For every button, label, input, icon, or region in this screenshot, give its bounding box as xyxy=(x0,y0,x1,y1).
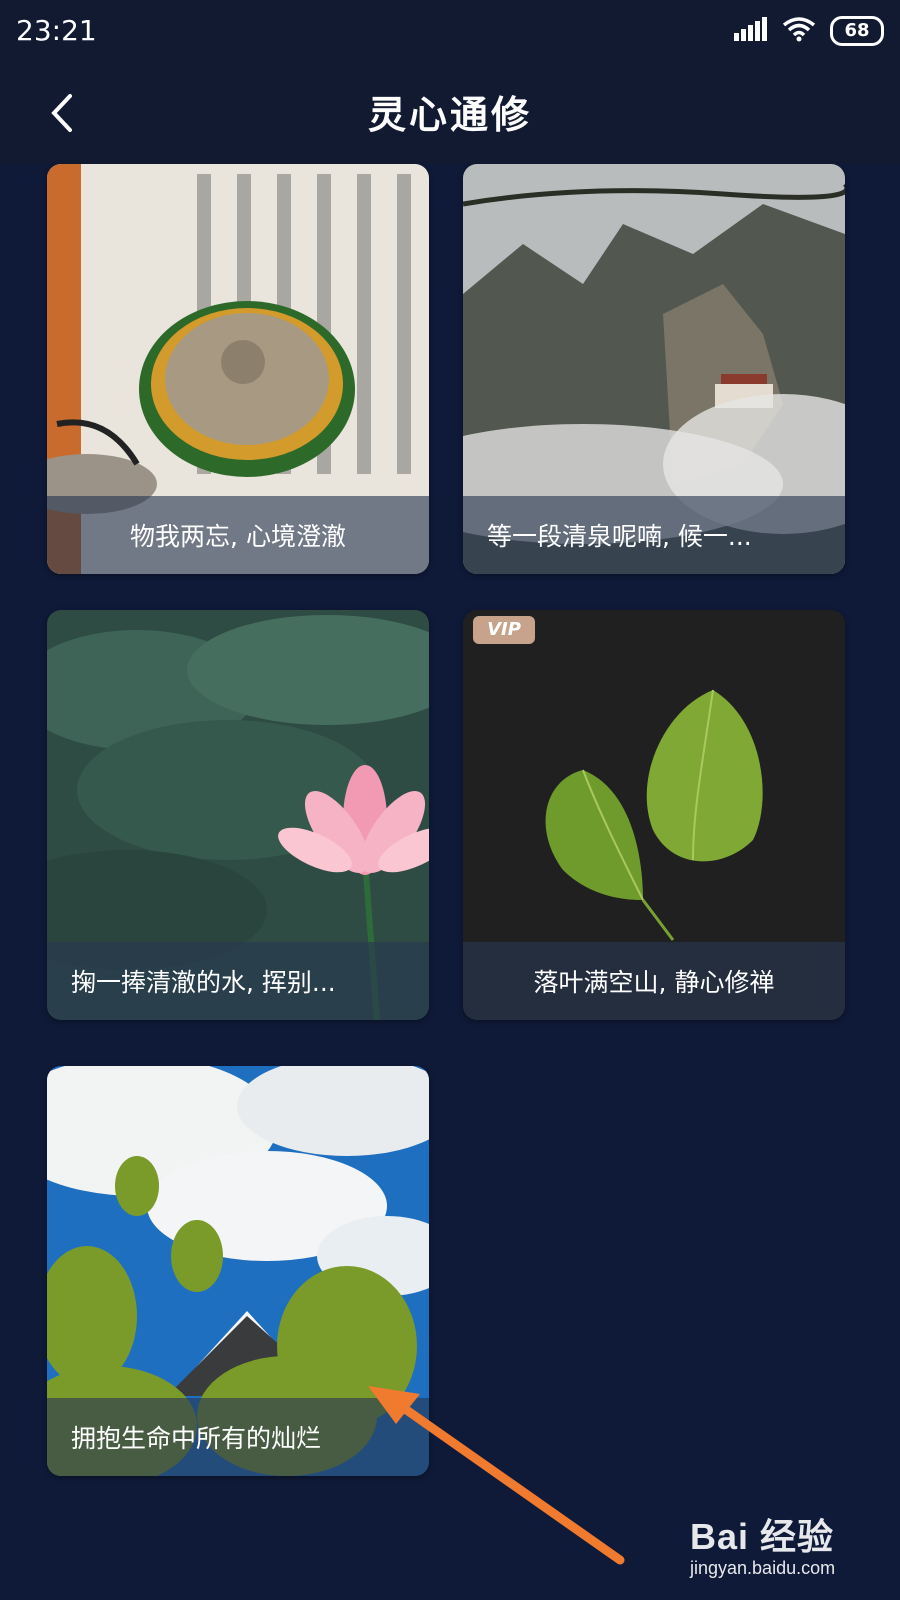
signal-icon xyxy=(734,17,768,45)
card-caption: 掬一捧清澈的水, 挥别... xyxy=(47,942,429,1020)
card-caption: 落叶满空山, 静心修禅 xyxy=(463,942,845,1020)
page-title: 灵心通修 xyxy=(367,93,532,137)
header: 灵心通修 xyxy=(0,62,900,164)
status-icons: 68 xyxy=(734,16,884,46)
meditation-card[interactable]: 掬一捧清澈的水, 挥别... xyxy=(47,610,429,1020)
meditation-grid: 物我两忘, 心境澄澈 等一段清泉呢喃, 候一... 掬一捧清澈的水, 挥别...… xyxy=(0,164,900,1600)
card-caption: 拥抱生命中所有的灿烂 xyxy=(47,1398,429,1476)
status-bar: 23:21 68 xyxy=(0,0,900,62)
status-time: 23:21 xyxy=(16,14,97,47)
watermark-url: jingyan.baidu.com xyxy=(690,1558,836,1578)
meditation-card[interactable]: VIP 落叶满空山, 静心修禅 xyxy=(463,610,845,1020)
card-caption: 等一段清泉呢喃, 候一... xyxy=(463,496,845,574)
vip-badge: VIP xyxy=(473,616,535,644)
watermark: Bai 经验 jingyan.baidu.com xyxy=(690,1508,835,1579)
card-caption: 物我两忘, 心境澄澈 xyxy=(47,496,429,574)
wifi-icon xyxy=(782,16,816,46)
meditation-card[interactable]: 物我两忘, 心境澄澈 xyxy=(47,164,429,574)
meditation-card[interactable]: 等一段清泉呢喃, 候一... xyxy=(463,164,845,574)
watermark-logo: Bai 经验 xyxy=(690,1516,835,1557)
battery-indicator: 68 xyxy=(830,16,884,46)
meditation-card[interactable]: 拥抱生命中所有的灿烂 xyxy=(47,1066,429,1476)
